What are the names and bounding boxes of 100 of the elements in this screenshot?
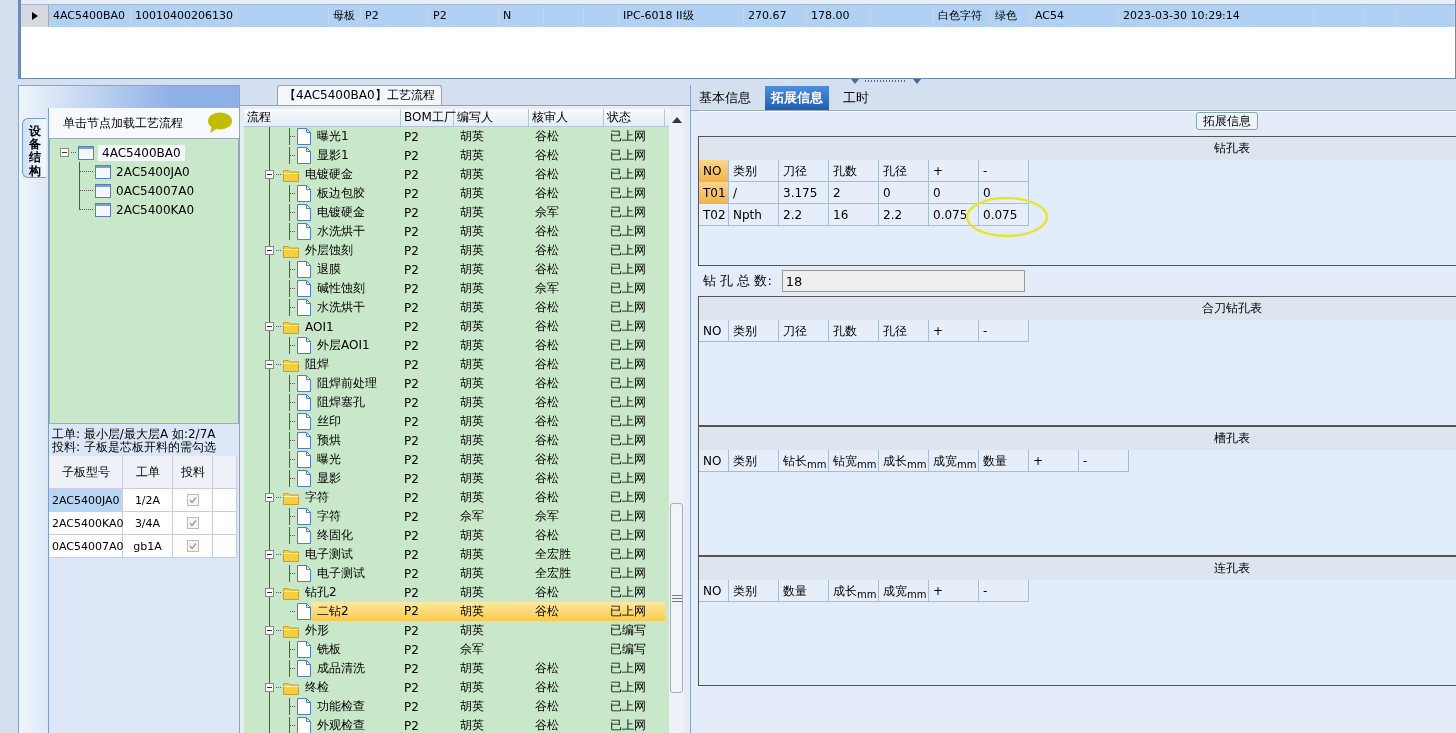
table-row[interactable]: 显影 P2 胡英 谷松 已上网 (244, 469, 669, 488)
table-cell[interactable]: 0AC54007A0 (49, 535, 123, 557)
scroll-thumb[interactable] (670, 503, 683, 693)
process-step[interactable]: 外形 (305, 622, 329, 639)
process-step[interactable]: 电镀硬金 (305, 166, 353, 183)
tree-node[interactable]: 4AC5400BA0 (98, 144, 185, 161)
table-row[interactable]: 字符 P2 胡英 谷松 已上网 (244, 488, 669, 507)
collapse-icon[interactable] (265, 683, 274, 692)
table-row[interactable]: 终固化 P2 胡英 谷松 已上网 (244, 526, 669, 545)
process-step[interactable]: 字符 (317, 508, 341, 525)
collapse-icon[interactable] (265, 493, 274, 502)
table-row[interactable]: 丝印 P2 胡英 谷松 已上网 (244, 412, 669, 431)
table-row[interactable]: 电镀硬金 P2 胡英 谷松 已上网 (244, 165, 669, 184)
collapse-icon[interactable] (265, 246, 274, 255)
process-step[interactable]: 阻焊前处理 (317, 375, 377, 392)
row-header[interactable]: T01 (699, 182, 729, 204)
table-row[interactable]: 铣板 P2 佘军 已编写 (244, 640, 669, 659)
collapse-icon[interactable] (265, 322, 274, 331)
column-header[interactable]: 类别 (729, 450, 779, 472)
process-step[interactable]: 钻孔2 (305, 584, 337, 601)
column-header[interactable]: - (979, 580, 1029, 602)
column-header[interactable]: 数量 (979, 450, 1029, 472)
column-header[interactable]: 类别 (729, 320, 779, 342)
process-step[interactable]: 电子测试 (305, 546, 353, 563)
column-header[interactable]: 成宽$_{mm}$ (879, 580, 929, 602)
column-header[interactable]: NO (699, 580, 729, 602)
process-step[interactable]: 成品清洗 (317, 660, 365, 677)
tree-node[interactable]: 2AC5400KA0 (116, 202, 195, 217)
scroll-up-icon[interactable] (671, 117, 682, 123)
column-header[interactable]: 类别 (729, 580, 779, 602)
column-header[interactable]: 刀径 (779, 320, 829, 342)
process-step[interactable]: 功能检查 (317, 698, 365, 715)
column-header[interactable]: 流程 (244, 109, 401, 126)
table-cell[interactable]: 2AC5400KA0 (49, 512, 123, 534)
table-row[interactable]: 功能检查 P2 胡英 谷松 已上网 (244, 697, 669, 716)
table-row[interactable]: 阻焊前处理 P2 胡英 谷松 已上网 (244, 374, 669, 393)
table-row[interactable]: 碱性蚀刻 P2 胡英 佘军 已上网 (244, 279, 669, 298)
column-header[interactable]: BOM工厂 (401, 109, 454, 126)
row-header[interactable]: T02 (699, 204, 729, 226)
total-field[interactable]: 18 (781, 270, 1025, 292)
column-header[interactable]: 数量 (779, 580, 829, 602)
process-step[interactable]: 曝光1 (317, 128, 349, 145)
table-row[interactable]: 终检 P2 胡英 谷松 已上网 (244, 678, 669, 697)
column-header[interactable]: 状态 (604, 109, 665, 126)
column-header[interactable]: 子板型号 (49, 456, 123, 488)
process-step[interactable]: 铣板 (317, 641, 341, 658)
collapse-icon[interactable] (265, 626, 274, 635)
tab[interactable]: 工时 (837, 85, 875, 110)
tree-node[interactable]: 0AC54007A0 (116, 183, 195, 198)
table-row[interactable]: 钻孔2 P2 胡英 谷松 已上网 (244, 583, 669, 602)
table-row[interactable]: 阻焊塞孔 P2 胡英 谷松 已上网 (244, 393, 669, 412)
column-header[interactable]: - (979, 320, 1029, 342)
table-row[interactable]: 外观检查 P2 胡英 谷松 已上网 (244, 716, 669, 733)
column-header[interactable]: - (1079, 450, 1129, 472)
column-header[interactable]: + (929, 580, 979, 602)
column-header[interactable]: NO (699, 450, 729, 472)
process-step[interactable]: 退膜 (317, 261, 341, 278)
process-step[interactable]: 板边包胶 (317, 185, 365, 202)
tab[interactable]: 拓展信息 (765, 85, 829, 110)
collapse-icon[interactable] (265, 550, 274, 559)
process-step[interactable]: 显影1 (317, 147, 349, 164)
process-step[interactable]: 字符 (305, 489, 329, 506)
column-header[interactable]: 成长$_{mm}$ (879, 450, 929, 472)
table-cell[interactable]: 2AC5400JA0 (49, 489, 123, 511)
checkbox[interactable] (186, 494, 199, 506)
scrollbar[interactable] (669, 109, 684, 733)
process-step[interactable]: 碱性蚀刻 (317, 280, 365, 297)
process-step[interactable]: 电子测试 (317, 565, 365, 582)
table-row[interactable]: 成品清洗 P2 胡英 谷松 已上网 (244, 659, 669, 678)
column-header[interactable]: 成宽$_{mm}$ (929, 450, 979, 472)
collapse-icon[interactable] (60, 148, 69, 157)
process-step[interactable]: 阻焊 (305, 356, 329, 373)
process-step[interactable]: 外层蚀刻 (305, 242, 353, 259)
column-header[interactable]: 成长$_{mm}$ (829, 580, 879, 602)
collapse-icon[interactable] (265, 170, 274, 179)
column-header[interactable]: 孔径 (879, 160, 929, 182)
column-header[interactable]: + (1029, 450, 1079, 472)
table-row[interactable]: 显影1 P2 胡英 谷松 已上网 (244, 146, 669, 165)
process-step[interactable]: 曝光 (317, 451, 341, 468)
process-step[interactable]: 电镀硬金 (317, 204, 365, 221)
table-row[interactable]: 退膜 P2 胡英 谷松 已上网 (244, 260, 669, 279)
column-header[interactable]: + (929, 320, 979, 342)
column-header[interactable]: + (929, 160, 979, 182)
process-step[interactable]: 二钻2 (311, 602, 401, 621)
column-header[interactable]: NO (699, 160, 729, 182)
table-row[interactable]: 外层蚀刻 P2 胡英 谷松 已上网 (244, 241, 669, 260)
process-step[interactable]: 显影 (317, 470, 341, 487)
collapse-icon[interactable] (265, 360, 274, 369)
table-row[interactable]: 板边包胶 P2 胡英 谷松 已上网 (244, 184, 669, 203)
process-step[interactable]: 水洗烘干 (317, 223, 365, 240)
table-row[interactable]: 电子测试 P2 胡英 全宏胜 已上网 (244, 545, 669, 564)
process-step[interactable]: 外观检查 (317, 717, 365, 733)
column-header[interactable]: 类别 (729, 160, 779, 182)
checkbox[interactable] (186, 517, 199, 529)
column-header[interactable]: 核审人 (529, 109, 604, 126)
table-row[interactable]: 曝光 P2 胡英 谷松 已上网 (244, 450, 669, 469)
column-header[interactable]: 投料 (173, 456, 213, 488)
process-step[interactable]: 丝印 (317, 413, 341, 430)
table-row[interactable]: AOI1 P2 胡英 谷松 已上网 (244, 317, 669, 336)
table-row[interactable]: 电子测试 P2 胡英 全宏胜 已上网 (244, 564, 669, 583)
